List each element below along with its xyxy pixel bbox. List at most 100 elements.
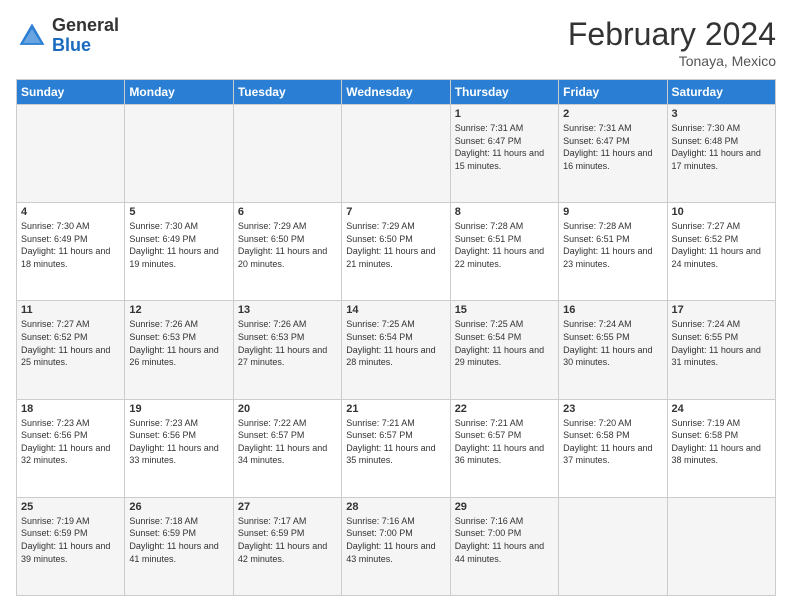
weekday-header-saturday: Saturday xyxy=(667,80,775,105)
calendar-week-1: 1 Sunrise: 7:31 AMSunset: 6:47 PMDaylight… xyxy=(17,105,776,203)
day-info: Sunrise: 7:29 AMSunset: 6:50 PMDaylight:… xyxy=(238,220,337,270)
calendar-cell: 1Sunrise: 7:31 AMSunset: 6:47 PMDaylight… xyxy=(450,105,558,203)
day-number: 18 xyxy=(21,403,120,415)
day-info: Sunrise: 7:28 AMSunset: 6:51 PMDaylight:… xyxy=(563,220,662,270)
calendar-cell: 17Sunrise: 7:24 AMSunset: 6:55 PMDayligh… xyxy=(667,301,775,399)
day-number: 25 xyxy=(21,501,120,513)
calendar-cell: 9 Sunrise: 7:28 AMSunset: 6:51 PMDaylight… xyxy=(559,203,667,301)
calendar-week-3: 11 Sunrise: 7:27 AMSunset: 6:52 PMDayligh… xyxy=(17,301,776,399)
day-number: 22 xyxy=(455,403,554,415)
calendar-cell: 18 Sunrise: 7:23 AMSunset: 6:56 PMDayligh… xyxy=(17,399,125,497)
day-number: 2 xyxy=(563,108,662,120)
day-number: 27 xyxy=(238,501,337,513)
calendar-cell: 21 Sunrise: 7:21 AMSunset: 6:57 PMDayligh… xyxy=(342,399,450,497)
logo: General Blue xyxy=(16,16,119,56)
day-info: Sunrise: 7:30 AMSunset: 6:49 PMDaylight:… xyxy=(129,220,228,270)
calendar-subtitle: Tonaya, Mexico xyxy=(568,53,776,69)
calendar-cell: 19 Sunrise: 7:23 AMSunset: 6:56 PMDayligh… xyxy=(125,399,233,497)
day-info: Sunrise: 7:29 AMSunset: 6:50 PMDaylight:… xyxy=(346,220,445,270)
day-number: 23 xyxy=(563,403,662,415)
calendar-cell: 23 Sunrise: 7:20 AMSunset: 6:58 PMDayligh… xyxy=(559,399,667,497)
calendar-cell: 5 Sunrise: 7:30 AMSunset: 6:49 PMDaylight… xyxy=(125,203,233,301)
calendar-cell xyxy=(342,105,450,203)
calendar-week-2: 4 Sunrise: 7:30 AMSunset: 6:49 PMDaylight… xyxy=(17,203,776,301)
day-number: 3 xyxy=(672,108,771,120)
day-info: Sunrise: 7:20 AMSunset: 6:58 PMDaylight:… xyxy=(563,417,662,467)
calendar-body: 1 Sunrise: 7:31 AMSunset: 6:47 PMDaylight… xyxy=(17,105,776,596)
day-number: 21 xyxy=(346,403,445,415)
calendar-cell: 25 Sunrise: 7:19 AMSunset: 6:59 PMDayligh… xyxy=(17,497,125,595)
day-info: Sunrise: 7:27 AMSunset: 6:52 PMDaylight:… xyxy=(672,220,771,270)
calendar-table: SundayMondayTuesdayWednesdayThursdayFrid… xyxy=(16,79,776,596)
day-info: Sunrise: 7:18 AMSunset: 6:59 PMDaylight:… xyxy=(129,515,228,565)
calendar-week-5: 25 Sunrise: 7:19 AMSunset: 6:59 PMDayligh… xyxy=(17,497,776,595)
day-number: 6 xyxy=(238,206,337,218)
day-number: 12 xyxy=(129,304,228,316)
logo-text: General Blue xyxy=(52,16,119,56)
day-number: 13 xyxy=(238,304,337,316)
calendar-cell xyxy=(125,105,233,203)
day-info: Sunrise: 7:17 AMSunset: 6:59 PMDaylight:… xyxy=(238,515,337,565)
day-info: Sunrise: 7:31 AMSunset: 6:47 PMDaylight:… xyxy=(563,122,662,172)
calendar-cell: 12 Sunrise: 7:26 AMSunset: 6:53 PMDayligh… xyxy=(125,301,233,399)
calendar-cell: 6 Sunrise: 7:29 AMSunset: 6:50 PMDaylight… xyxy=(233,203,341,301)
day-number: 5 xyxy=(129,206,228,218)
day-info: Sunrise: 7:26 AMSunset: 6:53 PMDaylight:… xyxy=(238,318,337,368)
calendar-title: February 2024 xyxy=(568,16,776,53)
day-info: Sunrise: 7:19 AMSunset: 6:58 PMDaylight:… xyxy=(672,417,771,467)
calendar-cell xyxy=(667,497,775,595)
calendar-cell xyxy=(17,105,125,203)
calendar-cell: 7Sunrise: 7:29 AMSunset: 6:50 PMDaylight… xyxy=(342,203,450,301)
calendar-week-4: 18 Sunrise: 7:23 AMSunset: 6:56 PMDayligh… xyxy=(17,399,776,497)
weekday-header-wednesday: Wednesday xyxy=(342,80,450,105)
calendar-cell: 22Sunrise: 7:21 AMSunset: 6:57 PMDayligh… xyxy=(450,399,558,497)
calendar-cell: 4 Sunrise: 7:30 AMSunset: 6:49 PMDaylight… xyxy=(17,203,125,301)
day-number: 19 xyxy=(129,403,228,415)
weekday-header-row: SundayMondayTuesdayWednesdayThursdayFrid… xyxy=(17,80,776,105)
weekday-header-friday: Friday xyxy=(559,80,667,105)
day-info: Sunrise: 7:16 AMSunset: 7:00 PMDaylight:… xyxy=(346,515,445,565)
calendar-cell: 2 Sunrise: 7:31 AMSunset: 6:47 PMDaylight… xyxy=(559,105,667,203)
weekday-header-monday: Monday xyxy=(125,80,233,105)
day-number: 4 xyxy=(21,206,120,218)
header: General Blue February 2024 Tonaya, Mexic… xyxy=(16,16,776,69)
day-info: Sunrise: 7:23 AMSunset: 6:56 PMDaylight:… xyxy=(21,417,120,467)
day-info: Sunrise: 7:24 AMSunset: 6:55 PMDaylight:… xyxy=(672,318,771,368)
calendar-cell: 8Sunrise: 7:28 AMSunset: 6:51 PMDaylight… xyxy=(450,203,558,301)
day-info: Sunrise: 7:26 AMSunset: 6:53 PMDaylight:… xyxy=(129,318,228,368)
day-number: 26 xyxy=(129,501,228,513)
day-number: 20 xyxy=(238,403,337,415)
calendar-page: General Blue February 2024 Tonaya, Mexic… xyxy=(0,0,792,612)
day-number: 29 xyxy=(455,501,554,513)
day-number: 28 xyxy=(346,501,445,513)
calendar-cell: 13 Sunrise: 7:26 AMSunset: 6:53 PMDayligh… xyxy=(233,301,341,399)
calendar-cell: 27 Sunrise: 7:17 AMSunset: 6:59 PMDayligh… xyxy=(233,497,341,595)
day-number: 16 xyxy=(563,304,662,316)
calendar-cell: 29 Sunrise: 7:16 AMSunset: 7:00 PMDayligh… xyxy=(450,497,558,595)
calendar-cell: 3 Sunrise: 7:30 AMSunset: 6:48 PMDaylight… xyxy=(667,105,775,203)
calendar-cell: 14Sunrise: 7:25 AMSunset: 6:54 PMDayligh… xyxy=(342,301,450,399)
day-number: 24 xyxy=(672,403,771,415)
title-block: February 2024 Tonaya, Mexico xyxy=(568,16,776,69)
day-info: Sunrise: 7:23 AMSunset: 6:56 PMDaylight:… xyxy=(129,417,228,467)
calendar-cell: 16 Sunrise: 7:24 AMSunset: 6:55 PMDayligh… xyxy=(559,301,667,399)
calendar-cell xyxy=(233,105,341,203)
calendar-cell: 11 Sunrise: 7:27 AMSunset: 6:52 PMDayligh… xyxy=(17,301,125,399)
day-info: Sunrise: 7:19 AMSunset: 6:59 PMDaylight:… xyxy=(21,515,120,565)
day-info: Sunrise: 7:27 AMSunset: 6:52 PMDaylight:… xyxy=(21,318,120,368)
day-info: Sunrise: 7:30 AMSunset: 6:48 PMDaylight:… xyxy=(672,122,771,172)
day-info: Sunrise: 7:24 AMSunset: 6:55 PMDaylight:… xyxy=(563,318,662,368)
day-number: 1 xyxy=(455,108,554,120)
day-number: 9 xyxy=(563,206,662,218)
day-number: 11 xyxy=(21,304,120,316)
day-info: Sunrise: 7:30 AMSunset: 6:49 PMDaylight:… xyxy=(21,220,120,270)
logo-icon xyxy=(16,20,48,52)
day-info: Sunrise: 7:28 AMSunset: 6:51 PMDaylight:… xyxy=(455,220,554,270)
day-info: Sunrise: 7:21 AMSunset: 6:57 PMDaylight:… xyxy=(346,417,445,467)
calendar-cell xyxy=(559,497,667,595)
day-number: 10 xyxy=(672,206,771,218)
day-number: 15 xyxy=(455,304,554,316)
weekday-header-tuesday: Tuesday xyxy=(233,80,341,105)
day-info: Sunrise: 7:25 AMSunset: 6:54 PMDaylight:… xyxy=(455,318,554,368)
day-info: Sunrise: 7:16 AMSunset: 7:00 PMDaylight:… xyxy=(455,515,554,565)
